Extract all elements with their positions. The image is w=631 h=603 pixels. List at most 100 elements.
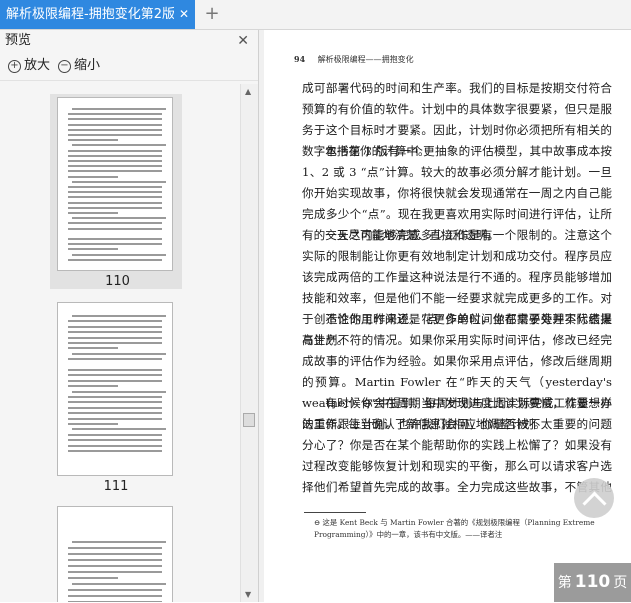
zoom-in-icon: +	[8, 59, 21, 73]
sidebar-title: 预览	[5, 33, 32, 48]
thumbnail-text-line	[68, 559, 162, 561]
thumbnail-text-line	[68, 128, 162, 131]
header-page-number: 94	[294, 54, 306, 64]
zoom-in-button[interactable]: + 放大	[8, 52, 50, 80]
thumbnail-list: 110 111	[0, 84, 240, 602]
thumbnail-page-110[interactable]: 110	[50, 94, 182, 289]
scroll-down-icon[interactable]: ▼	[245, 590, 251, 599]
preview-sidebar: 预览 ✕ + 放大 − 缩小 110 111 ▲ ▼	[0, 30, 259, 602]
thumbnail-text-line	[68, 547, 162, 549]
thumbnail-text-line	[72, 180, 166, 183]
thumbnail-text-line	[72, 108, 166, 110]
zoom-in-label: 放大	[24, 58, 51, 73]
thumbnail-text-line	[72, 144, 166, 147]
sidebar-scrollbar[interactable]: ▲ ▼	[240, 84, 258, 602]
thumbnail-text-line	[68, 417, 162, 420]
running-header: 94 解析极限编程——拥抱变化	[294, 54, 414, 65]
thumbnail-page-112[interactable]	[53, 506, 179, 602]
thumbnail-text-line	[68, 160, 162, 162]
thumbnail-text-line	[68, 347, 118, 350]
tab-bar: 解析极限编程-拥抱变化第2版.pdf ✕ +	[0, 0, 631, 30]
footnote-rule	[304, 512, 366, 513]
tab-title: 解析极限编程-拥抱变化第2版.pdf	[6, 7, 174, 22]
thumbnail-text-line	[68, 396, 162, 398]
thumbnail-page-number: 110	[105, 274, 130, 289]
page-indicator-suffix: 页	[613, 575, 628, 591]
current-page-number: 110	[574, 572, 611, 592]
thumbnail-text-line	[68, 571, 162, 573]
page-indicator: 第 110 页	[554, 563, 631, 602]
page-thumbnail-image	[57, 506, 173, 602]
thumbnail-text-line	[68, 577, 118, 579]
zoom-out-button[interactable]: − 缩小	[58, 52, 100, 80]
thumbnail-text-line	[68, 439, 162, 442]
thumbnail-page-number: 111	[103, 479, 129, 494]
thumbnail-text-line	[68, 238, 162, 240]
new-tab-icon[interactable]: +	[202, 4, 222, 24]
thumbnail-text-line	[68, 369, 162, 371]
thumbnail-text-line	[72, 253, 166, 256]
scrollbar-thumb[interactable]	[243, 413, 255, 427]
sidebar-header: 预览 ✕	[0, 30, 258, 52]
tab-close-icon[interactable]: ✕	[179, 0, 189, 29]
page-thumbnail-image	[57, 97, 173, 271]
thumbnail-text-line	[68, 589, 162, 591]
thumbnail-text-line	[68, 212, 118, 214]
thumbnail-text-line	[68, 379, 162, 382]
thumbnail-text-line	[72, 352, 166, 355]
thumbnail-text-line	[68, 401, 162, 404]
thumbnail-text-line	[72, 428, 166, 431]
thumbnail-text-line	[68, 175, 118, 178]
zoom-toolbar: + 放大 − 缩小	[0, 52, 258, 81]
thumbnail-text-line	[68, 170, 162, 173]
thumbnail-text-line	[68, 423, 118, 425]
scroll-to-top-button[interactable]	[574, 478, 614, 518]
thumbnail-text-line	[68, 565, 162, 567]
thumbnail-text-line	[68, 385, 118, 388]
thumbnail-text-line	[68, 186, 162, 188]
thumbnail-text-line	[68, 433, 162, 436]
page-thumbnail-image	[57, 302, 173, 476]
sidebar-close-icon[interactable]: ✕	[237, 30, 249, 52]
thumbnail-text-line	[68, 139, 118, 142]
thumbnail-text-line	[68, 243, 162, 246]
thumbnail-text-line	[68, 134, 162, 136]
thumbnail-text-line	[72, 541, 166, 543]
thumbnail-text-line	[68, 412, 162, 415]
thumbnail-text-line	[68, 336, 162, 339]
thumbnail-text-line	[68, 154, 162, 157]
thumbnail-text-line	[68, 374, 162, 377]
thumbnail-text-line	[68, 444, 162, 447]
document-viewer[interactable]: 94 解析极限编程——拥抱变化 成可部署代码的时间和生产率。我们的目标是按期交付…	[259, 30, 631, 602]
thumbnail-text-line	[68, 206, 162, 209]
thumbnail-text-line	[68, 325, 162, 328]
thumbnail-text-line	[68, 342, 162, 344]
thumbnail-text-line	[68, 201, 162, 204]
tab-active-document[interactable]: 解析极限编程-拥抱变化第2版.pdf ✕	[0, 0, 195, 29]
thumbnail-text-line	[72, 390, 166, 393]
thumbnail-text-line	[68, 123, 162, 126]
zoom-out-label: 缩小	[74, 58, 101, 73]
footnote: ⊖ 这是 Kent Beck 与 Martin Fowler 合著的《规划极限编…	[314, 518, 595, 539]
thumbnail-text-line	[68, 258, 162, 261]
thumbnail-page-111[interactable]: 111	[53, 302, 179, 494]
thumbnail-text-line	[68, 113, 162, 116]
thumbnail-text-line	[68, 450, 162, 452]
thumbnail-text-line	[68, 196, 162, 199]
thumbnail-text-line	[68, 227, 162, 230]
thumbnail-text-line	[68, 331, 162, 334]
thumbnail-text-line	[68, 118, 162, 121]
thumbnail-text-line	[72, 315, 166, 317]
thumbnail-text-line	[68, 191, 162, 194]
zoom-out-icon: −	[58, 59, 71, 73]
thumbnail-text-line	[68, 165, 162, 168]
thumbnail-text-line	[72, 217, 166, 220]
thumbnail-text-line	[68, 595, 162, 597]
thumbnail-text-line	[68, 358, 162, 361]
scroll-up-icon[interactable]: ▲	[245, 87, 251, 96]
pdf-page: 94 解析极限编程——拥抱变化 成可部署代码的时间和生产率。我们的目标是按期交付…	[264, 30, 631, 602]
thumbnail-text-line	[68, 222, 162, 225]
thumbnail-text-line	[68, 149, 162, 152]
header-book-title: 解析极限编程——拥抱变化	[317, 55, 414, 64]
page-indicator-prefix: 第	[557, 575, 572, 591]
